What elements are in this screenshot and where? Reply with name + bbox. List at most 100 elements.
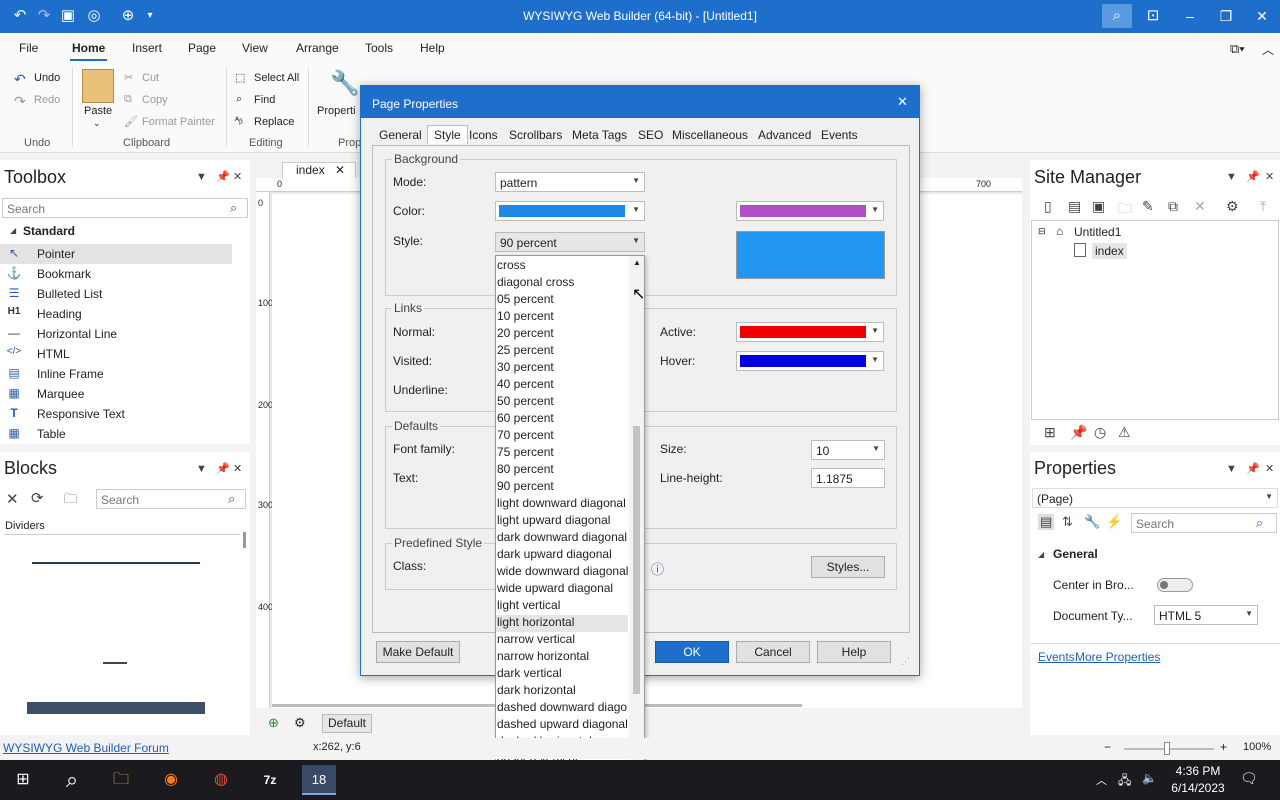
pin-icon[interactable]: 📌 [1070, 424, 1087, 441]
menu-arrange[interactable]: Arrange [296, 41, 339, 55]
style-option[interactable]: 75 percent [496, 445, 628, 462]
hover-color-picker[interactable]: ▼ [736, 351, 884, 371]
notification-icon[interactable]: 🗨 [1240, 770, 1258, 787]
menu-home[interactable]: Home [69, 41, 108, 61]
categorized-icon[interactable]: ▤ [1038, 514, 1055, 530]
blocks-search-input[interactable]: Search [96, 489, 246, 509]
line-height-input[interactable]: 1.1875 [811, 468, 885, 488]
style-option[interactable]: dark horizontal [496, 683, 628, 700]
paste-button[interactable]: Paste [84, 105, 112, 117]
tool-responsive-text[interactable]: T Responsive Text [0, 404, 232, 424]
tool-html[interactable]: </> HTML [0, 344, 232, 364]
style-option[interactable]: dashed downward diagona [496, 700, 628, 717]
tab-style[interactable]: Style [427, 125, 468, 144]
sort-icon[interactable]: ⇅ [1062, 514, 1073, 530]
style-option[interactable]: dark upward diagonal [496, 547, 628, 564]
clock-date[interactable]: 6/14/2023 [1166, 781, 1230, 795]
style-option[interactable]: wide upward diagonal [496, 581, 628, 598]
tool-pointer[interactable]: ↖ Pointer [0, 244, 232, 264]
doctype-select[interactable]: HTML 5 ▼ [1154, 605, 1258, 625]
tab-icons[interactable]: Icons [469, 128, 498, 142]
redo-button[interactable]: Redo [34, 94, 60, 106]
default-breakpoint-button[interactable]: Default [322, 714, 372, 733]
pin-icon[interactable]: 📌 [216, 462, 230, 475]
style-option[interactable]: narrow horizontal [496, 649, 628, 666]
menu-page[interactable]: Page [188, 41, 216, 55]
duplicate-icon[interactable]: ⧉ [1168, 198, 1178, 215]
site-root[interactable]: Untitled1 [1074, 225, 1121, 239]
search-icon[interactable]: ⌕ [1102, 4, 1132, 28]
replace-button[interactable]: Replace [254, 116, 294, 128]
pin-icon[interactable]: 📌 [216, 170, 230, 183]
mode-select[interactable]: pattern ▼ [495, 172, 645, 192]
refresh-icon[interactable]: ⟳ [31, 489, 44, 507]
7zip-icon[interactable]: 7z [253, 765, 287, 795]
scrollbar-thumb[interactable] [633, 426, 640, 694]
menu-tools[interactable]: Tools [365, 41, 393, 55]
new-page-icon[interactable]: ▯ [1044, 198, 1052, 215]
chevron-down-icon[interactable]: ▼ [1226, 171, 1237, 183]
find-button[interactable]: Find [254, 94, 275, 106]
style-option[interactable]: 25 percent [496, 343, 628, 360]
close-icon[interactable]: ✕ [335, 163, 345, 177]
menu-help[interactable]: Help [420, 41, 445, 55]
style-option[interactable]: wide downward diagonal [496, 564, 628, 581]
page-icon[interactable]: ▤ [1068, 198, 1081, 215]
close-icon[interactable]: ✕ [6, 490, 19, 508]
style-option[interactable]: cross [496, 258, 628, 275]
folder-icon[interactable]: 🗀 [1118, 198, 1132, 222]
fullscreen-icon[interactable]: ⊡ [1143, 6, 1163, 26]
style-option[interactable]: dark vertical [496, 666, 628, 683]
chrome-icon[interactable]: ◍ [204, 765, 238, 795]
ok-button[interactable]: OK [655, 641, 729, 663]
tab-miscellaneous[interactable]: Miscellaneous [672, 128, 748, 142]
tab-general[interactable]: General [379, 128, 422, 142]
tab-events[interactable]: Events [821, 128, 858, 142]
style-option[interactable]: 70 percent [496, 428, 628, 445]
pattern-color-picker[interactable]: ▼ [736, 201, 884, 221]
tool-bookmark[interactable]: ⚓ Bookmark [0, 264, 232, 284]
format-painter-button[interactable]: Format Painter [142, 116, 215, 128]
zoom-slider-thumb[interactable] [1164, 742, 1170, 755]
style-option[interactable]: light downward diagonal [496, 496, 628, 513]
block-divider-preview[interactable] [103, 662, 127, 664]
volume-icon[interactable]: 🔈 [1142, 771, 1157, 785]
close-button[interactable]: ✕ [1244, 0, 1280, 33]
tool-table[interactable]: ▦ Table [0, 424, 232, 444]
chevron-down-icon[interactable]: ▼ [1226, 463, 1237, 475]
background-color-picker[interactable]: ▼ [495, 201, 645, 221]
style-option[interactable]: diagonal cross [496, 275, 628, 292]
properties-button[interactable]: Properti [317, 105, 356, 117]
collapse-icon[interactable]: ◢ [1038, 550, 1044, 559]
restore-button[interactable]: ❐ [1208, 0, 1244, 33]
collapse-ribbon-icon[interactable]: ︿ [1262, 41, 1274, 58]
style-option[interactable]: 90 percent [496, 479, 628, 496]
zoom-in-icon[interactable]: + [1220, 740, 1227, 754]
site-settings-icon[interactable]: ⚙ [1226, 198, 1239, 215]
events-icon[interactable]: ⚡ [1106, 514, 1122, 530]
file-explorer-icon[interactable]: 🗀 [104, 765, 138, 795]
close-icon[interactable]: ✕ [897, 94, 908, 110]
cancel-button[interactable]: Cancel [736, 641, 810, 663]
pin-icon[interactable]: 📌 [1246, 170, 1260, 183]
more-properties-link[interactable]: More Properties [1075, 650, 1160, 664]
tool-marquee[interactable]: ▦ Marquee [0, 384, 232, 404]
copy-button[interactable]: Copy [142, 94, 168, 106]
cut-button[interactable]: Cut [142, 72, 159, 84]
scroll-up-icon[interactable]: ▲ [633, 258, 641, 267]
wysiwyg-web-builder-icon[interactable]: 18 [302, 765, 336, 795]
select-all-button[interactable]: Select All [254, 72, 299, 84]
tab-seo[interactable]: SEO [638, 128, 663, 142]
search-icon[interactable]: ⌕ [1256, 515, 1263, 531]
info-icon[interactable]: ⓘ [651, 559, 664, 578]
object-selector[interactable]: (Page) ▼ [1032, 488, 1278, 508]
clock-icon[interactable]: ◷ [1094, 424, 1106, 441]
menu-file[interactable]: File [19, 41, 38, 55]
style-option[interactable]: 05 percent [496, 292, 628, 309]
menu-view[interactable]: View [242, 41, 268, 55]
collapse-icon[interactable]: ⊟ [1038, 226, 1046, 237]
chevron-down-icon[interactable]: ⌄ [93, 118, 101, 129]
toolbox-search-input[interactable]: Search [2, 198, 248, 218]
style-option[interactable]: 60 percent [496, 411, 628, 428]
clock-time[interactable]: 4:36 PM [1170, 764, 1226, 778]
